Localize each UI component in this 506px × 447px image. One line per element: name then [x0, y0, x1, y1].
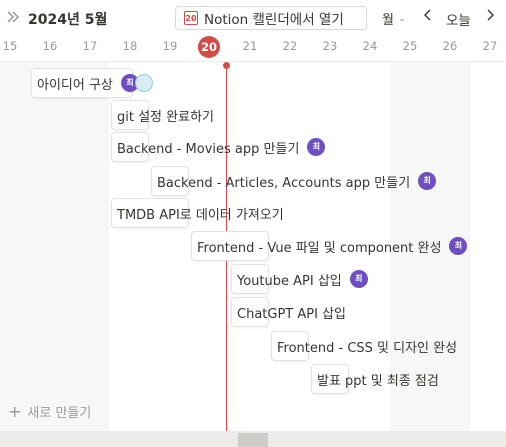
chevron-down-icon: ⌄: [397, 13, 406, 24]
task-label: Frontend - Vue 파일 및 component 완성: [197, 240, 442, 256]
day-header-row: 15 16 17 18 19 20 21 22 23 24 25 26 27: [0, 34, 506, 62]
day-24: 24: [362, 39, 378, 53]
day-16: 16: [42, 39, 58, 53]
open-in-notion-calendar-label: Notion 캘린더에서 열기: [204, 12, 344, 28]
scrollbar-thumb[interactable]: [238, 433, 268, 447]
task-item[interactable]: Backend - Movies app 만들기 최: [111, 132, 326, 162]
task-label: Youtube API 삽입: [237, 273, 342, 289]
day-15: 15: [2, 39, 18, 53]
task-item[interactable]: ChatGPT API 삽입: [231, 297, 346, 327]
day-18: 18: [122, 39, 138, 53]
day-19: 19: [162, 39, 178, 53]
previous-button[interactable]: [424, 9, 432, 25]
weekend-column: [0, 62, 29, 431]
task-label: git 설정 완료하기: [117, 109, 214, 125]
day-26: 26: [442, 39, 458, 53]
day-22: 22: [282, 39, 298, 53]
task-item[interactable]: 아이디어 구상 최: [31, 68, 153, 98]
horizontal-scrollbar[interactable]: [0, 431, 506, 447]
view-select[interactable]: 월 ⌄: [382, 9, 406, 28]
next-button[interactable]: [486, 9, 494, 25]
task-label: ChatGPT API 삽입: [237, 306, 346, 322]
task-label: Frontend - CSS 및 디자인 완성: [277, 340, 458, 356]
day-21: 21: [242, 39, 258, 53]
view-select-value: 월: [382, 13, 394, 28]
open-in-notion-calendar-button[interactable]: 20 Notion 캘린더에서 열기: [175, 6, 367, 30]
avatar: 최: [349, 270, 368, 288]
calendar-header: 2024년 5월 20 Notion 캘린더에서 열기 월 ⌄ 오늘: [0, 0, 506, 34]
chevron-left-icon: [424, 9, 431, 21]
day-17: 17: [82, 39, 98, 53]
new-item-label: 새로 만들기: [27, 406, 92, 421]
chevron-right-icon: [487, 9, 494, 21]
task-label: Backend - Articles, Accounts app 만들기: [157, 175, 411, 191]
today-button[interactable]: 오늘: [446, 9, 471, 29]
avatar: 최: [449, 237, 468, 255]
day-23: 23: [322, 39, 338, 53]
task-label: Backend - Movies app 만들기: [117, 141, 300, 157]
month-label: 2024년 5월: [28, 12, 108, 28]
new-item-button[interactable]: + 새로 만들기: [8, 402, 91, 421]
avatar: [134, 74, 153, 92]
task-item[interactable]: Backend - Articles, Accounts app 만들기 최: [151, 166, 437, 196]
day-25: 25: [402, 39, 418, 53]
task-item[interactable]: Frontend - CSS 및 디자인 완성: [271, 331, 457, 361]
task-label: TMDB API로 데이터 가져오기: [117, 207, 284, 223]
avatar: 최: [418, 172, 437, 190]
task-label: 아이디어 구상: [37, 77, 113, 93]
day-20-today: 20: [198, 36, 220, 58]
task-item[interactable]: Frontend - Vue 파일 및 component 완성 최: [191, 231, 468, 261]
double-chevron-right-icon[interactable]: [6, 10, 20, 24]
today-marker-dot: [223, 62, 230, 69]
task-item[interactable]: 발표 ppt 및 최종 점검: [311, 364, 439, 394]
task-item[interactable]: Youtube API 삽입 최: [231, 264, 368, 294]
calendar-icon: 20: [184, 11, 198, 25]
task-item[interactable]: TMDB API로 데이터 가져오기: [111, 198, 284, 228]
weekend-column: [29, 62, 109, 431]
day-27: 27: [482, 39, 498, 53]
task-item[interactable]: git 설정 완료하기: [111, 100, 214, 130]
plus-icon: +: [8, 401, 22, 421]
task-label: 발표 ppt 및 최종 점검: [317, 373, 439, 389]
avatar: 최: [307, 138, 326, 156]
